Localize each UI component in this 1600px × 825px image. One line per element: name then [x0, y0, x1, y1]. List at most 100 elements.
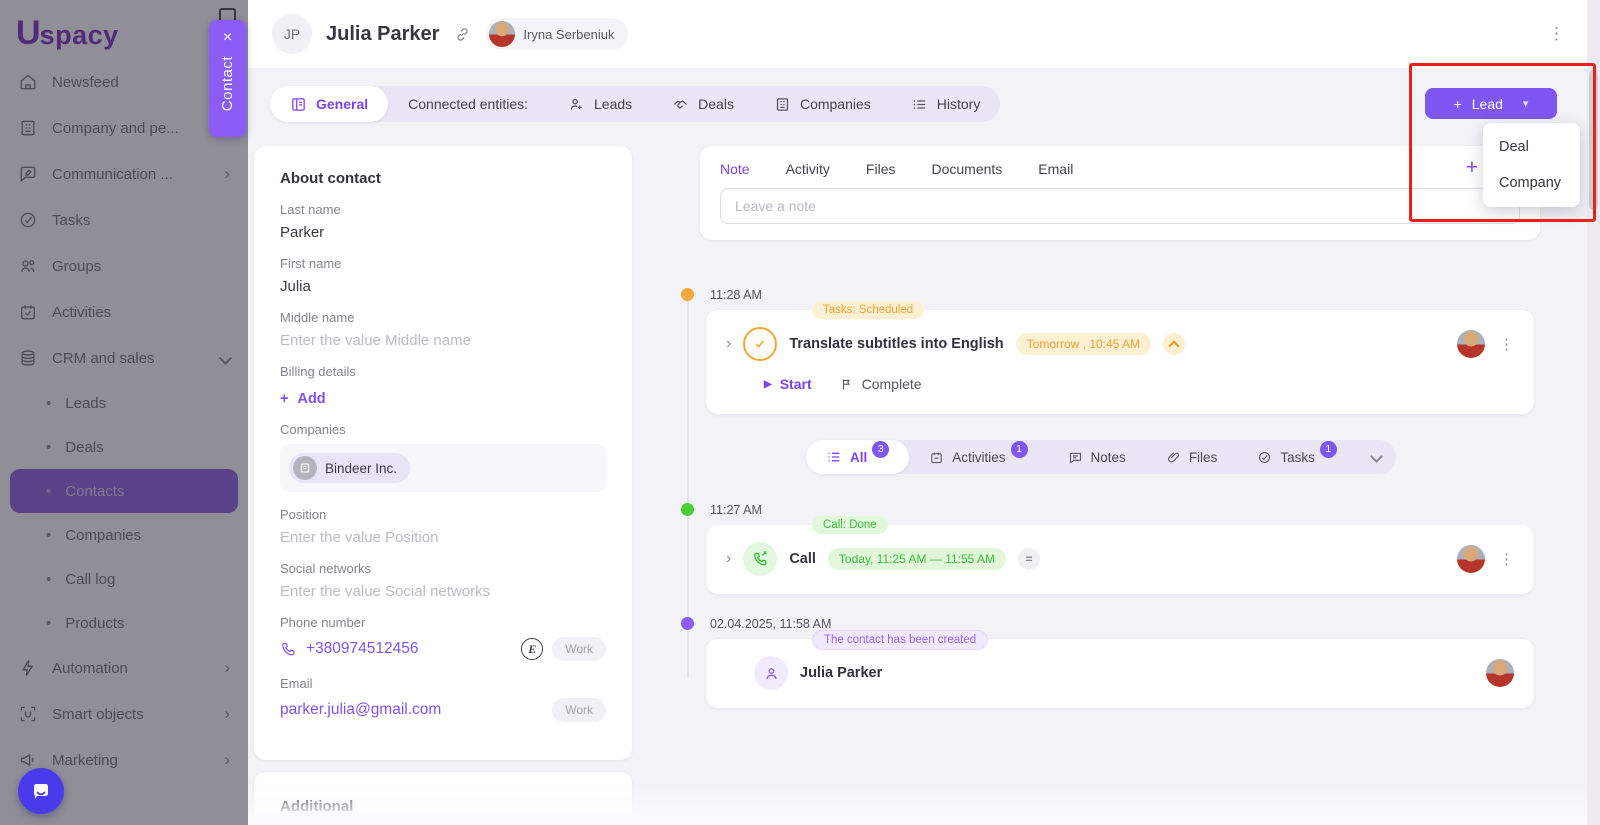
- composer-tab-note[interactable]: Note: [720, 161, 750, 177]
- add-billing-label: Add: [297, 391, 325, 407]
- scrollbar-thumb[interactable]: [1589, 70, 1598, 210]
- sidebar-item-deals[interactable]: • Deals: [0, 425, 248, 469]
- last-name-value[interactable]: Parker: [280, 224, 606, 241]
- composer-tab-documents[interactable]: Documents: [931, 161, 1002, 177]
- tab-general[interactable]: General: [270, 86, 388, 122]
- sidebar-item-groups[interactable]: Groups: [0, 243, 248, 289]
- sidebar-item-activities[interactable]: Activities: [0, 289, 248, 335]
- sidebar-item-label: Tasks: [52, 212, 90, 229]
- complete-label: Complete: [862, 376, 922, 392]
- call-time-chip: Today, 11:25 AM — 11:55 AM: [828, 548, 1006, 570]
- menu-item-deal[interactable]: Deal: [1483, 129, 1580, 165]
- sidebar-item-crm-and-sales[interactable]: CRM and sales: [0, 335, 248, 381]
- check-circle-icon: [1257, 450, 1272, 465]
- call-status-badge: Call: Done: [812, 516, 888, 534]
- building-icon: [18, 118, 38, 138]
- support-chat-button[interactable]: [18, 768, 64, 814]
- smart-objects-icon: [18, 704, 38, 724]
- complete-task-button[interactable]: Complete: [840, 376, 922, 392]
- sidebar-item-companies[interactable]: • Companies: [0, 513, 248, 557]
- filter-label: Notes: [1091, 450, 1126, 465]
- sidebar-item-label: Contacts: [65, 483, 124, 500]
- coins-stack-icon: [18, 348, 38, 368]
- filter-tasks[interactable]: Tasks 1: [1237, 440, 1357, 474]
- collapse-button[interactable]: [1163, 333, 1185, 355]
- chevron-down-icon[interactable]: ▾: [1523, 97, 1529, 110]
- middle-name-field[interactable]: Enter the value Middle name: [280, 332, 606, 349]
- filter-more-button[interactable]: [1357, 448, 1396, 466]
- tab-companies[interactable]: Companies: [754, 86, 891, 122]
- composer-tabs: Note Activity Files Documents Email: [720, 161, 1520, 177]
- composer-tab-email[interactable]: Email: [1038, 161, 1073, 177]
- tab-history[interactable]: History: [891, 86, 1001, 122]
- field-label: Last name: [280, 202, 606, 217]
- add-lead-button[interactable]: + Lead ▾: [1425, 88, 1557, 119]
- copy-link-icon[interactable]: [453, 25, 472, 44]
- task-actions: ▶ Start Complete: [706, 361, 1534, 392]
- email-link[interactable]: parker.julia@gmail.com: [280, 701, 441, 719]
- general-icon: [290, 96, 307, 113]
- tab-deals[interactable]: Deals: [652, 86, 754, 122]
- sidebar-item-products[interactable]: • Products: [0, 601, 248, 645]
- note-input[interactable]: [720, 188, 1520, 224]
- sidebar-item-automation[interactable]: Automation ›: [0, 645, 248, 691]
- first-name-value[interactable]: Julia: [280, 278, 606, 295]
- sidebar-item-label: Company and pe...: [52, 120, 179, 137]
- expand-chevron-icon[interactable]: ›: [726, 335, 731, 353]
- phone-link[interactable]: +380974512456: [306, 640, 419, 658]
- entity-tabs: General Connected entities: Leads Deals …: [270, 86, 1000, 122]
- check-icon: [752, 336, 768, 352]
- call-kebab-menu[interactable]: ⋮: [1499, 550, 1514, 568]
- additional-title: Additional: [280, 798, 606, 815]
- logo-u-glyph: U: [16, 14, 40, 53]
- check-circle-icon: [18, 210, 38, 230]
- chat-bubble-icon: [29, 779, 53, 803]
- task-title[interactable]: Translate subtitles into English: [789, 336, 1003, 352]
- composer-tab-activity[interactable]: Activity: [786, 161, 830, 177]
- header-kebab-menu[interactable]: ⋮: [1548, 24, 1566, 44]
- creator-avatar: [1486, 659, 1514, 687]
- position-field[interactable]: Enter the value Position: [280, 529, 606, 546]
- sidebar-item-smart-objects[interactable]: Smart objects ›: [0, 691, 248, 737]
- task-kebab-menu[interactable]: ⋮: [1499, 335, 1514, 353]
- close-icon[interactable]: ×: [223, 30, 232, 46]
- tab-label: History: [937, 96, 981, 112]
- add-billing-button[interactable]: + Add: [280, 391, 606, 407]
- sidebar-item-contacts[interactable]: • Contacts: [10, 469, 238, 513]
- responsible-name: Iryna Serbeniuk: [523, 27, 614, 42]
- tab-leads[interactable]: Leads: [548, 86, 652, 122]
- field-label: Social networks: [280, 561, 606, 576]
- email-row: parker.julia@gmail.com Work: [280, 698, 606, 722]
- chevron-up-icon: [1168, 340, 1179, 351]
- play-icon: ▶: [764, 379, 772, 390]
- contact-panel-tab[interactable]: × Contact: [209, 20, 246, 137]
- sidebar-item-call-log[interactable]: • Call log: [0, 557, 248, 601]
- created-contact-name[interactable]: Julia Parker: [800, 665, 882, 681]
- sidebar-item-communication[interactable]: Communication ... ›: [0, 151, 248, 197]
- telephony-provider-icon: E: [521, 638, 543, 660]
- sidebar-item-label: Activities: [52, 304, 111, 321]
- filter-files[interactable]: Files: [1146, 440, 1238, 474]
- composer-tab-files[interactable]: Files: [866, 161, 896, 177]
- sidebar-item-leads[interactable]: • Leads: [0, 381, 248, 425]
- lead-person-icon: [568, 96, 585, 113]
- social-networks-field[interactable]: Enter the value Social networks: [280, 583, 606, 600]
- call-title[interactable]: Call: [789, 551, 816, 567]
- phone-type-tag: Work: [552, 637, 606, 661]
- company-name: Bindeer Inc.: [325, 461, 397, 476]
- timeline-dot-created: [681, 617, 694, 630]
- outgoing-call-icon: [752, 551, 769, 568]
- tab-label: Deals: [698, 96, 734, 112]
- start-task-button[interactable]: ▶ Start: [764, 376, 812, 392]
- filter-all[interactable]: All 3: [806, 440, 909, 474]
- filter-notes[interactable]: Notes: [1048, 440, 1146, 474]
- responsible-user-chip[interactable]: Iryna Serbeniuk: [486, 18, 628, 50]
- composer-add-button[interactable]: +: [1466, 156, 1478, 180]
- bullet-icon: •: [46, 571, 51, 588]
- sidebar-item-tasks[interactable]: Tasks: [0, 197, 248, 243]
- filter-activities[interactable]: Activities 1: [909, 440, 1047, 474]
- menu-item-company[interactable]: Company: [1483, 165, 1580, 201]
- expand-chevron-icon[interactable]: ›: [726, 550, 731, 568]
- sidebar-item-label: Deals: [65, 439, 103, 456]
- company-chip[interactable]: Bindeer Inc.: [289, 453, 410, 483]
